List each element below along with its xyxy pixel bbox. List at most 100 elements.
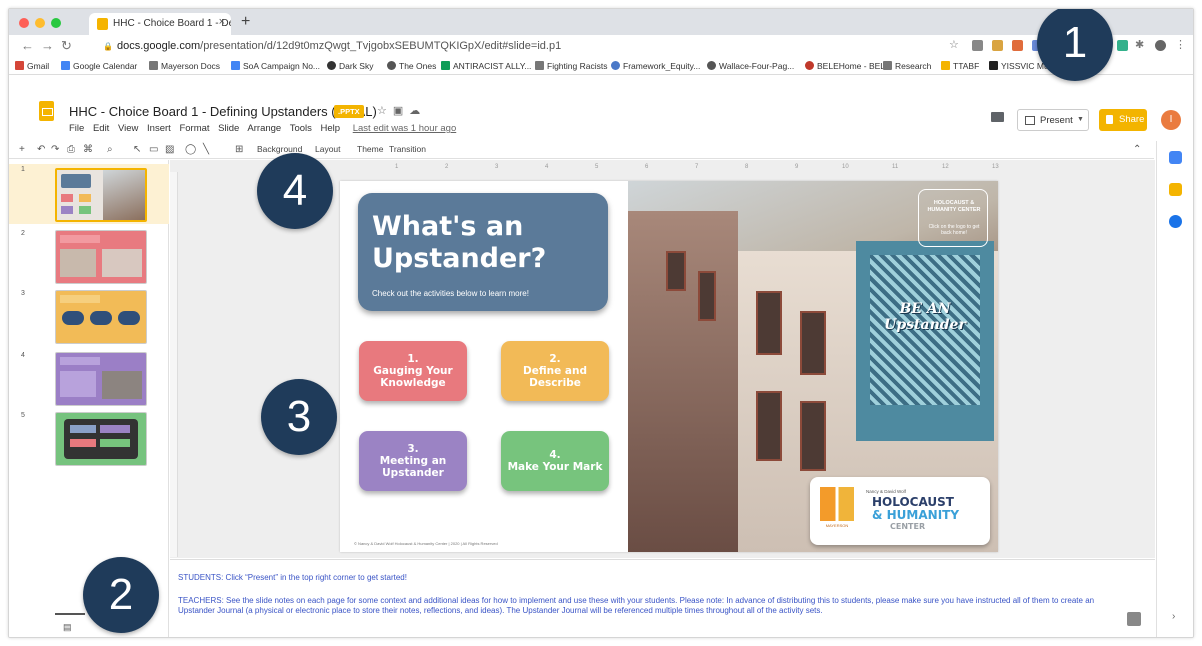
address-bar[interactable]: 🔒 docs.google.com/presentation/d/12d9t0mz…: [97, 37, 977, 55]
text-box-icon[interactable]: ▭: [149, 145, 159, 155]
mural: BE AN Upstander: [856, 241, 994, 441]
title-card[interactable]: What's an Upstander? Check out the activ…: [358, 193, 608, 311]
menu-format[interactable]: Format: [179, 123, 209, 134]
avatar[interactable]: I: [1161, 110, 1181, 130]
slide-thumbnail[interactable]: [55, 168, 147, 222]
home-link-title: HOLOCAUST & HUMANITY CENTER: [927, 200, 981, 213]
slides-logo-icon[interactable]: [39, 101, 54, 121]
present-label: Present: [1040, 115, 1073, 126]
theme-button[interactable]: Theme: [357, 144, 383, 154]
activity-1-button[interactable]: 1. Gauging Your Knowledge: [359, 341, 467, 401]
select-cursor-icon[interactable]: ↖: [133, 145, 143, 155]
share-button[interactable]: Share: [1099, 109, 1147, 131]
collapse-toolbar-icon[interactable]: ⌃: [1133, 145, 1143, 155]
slide-number: 1: [21, 166, 25, 173]
menu-view[interactable]: View: [118, 123, 138, 134]
slide-thumbnail[interactable]: [55, 290, 147, 344]
partner-logos-card[interactable]: MAYERSON Nancy & David Wolf HOLOCAUST & …: [810, 477, 990, 545]
add-slide-icon[interactable]: +: [19, 145, 29, 155]
paint-format-icon[interactable]: ⌘: [83, 145, 93, 155]
transition-button[interactable]: Transition: [389, 144, 426, 154]
bookmark-wallace[interactable]: Wallace-Four-Pag...: [707, 61, 794, 71]
star-icon[interactable]: ☆: [377, 105, 393, 117]
filmstrip-view-tab[interactable]: [55, 613, 85, 615]
undo-icon[interactable]: ↶: [37, 145, 47, 155]
slide-thumbnail[interactable]: [55, 412, 147, 466]
gmail-icon: [15, 61, 24, 70]
current-slide[interactable]: What's an Upstander? Check out the activ…: [340, 181, 998, 552]
title-actions: ☆▣☁: [377, 104, 426, 117]
globe-icon: [707, 61, 716, 70]
browser-tab[interactable]: HHC - Choice Board 1 - Defini ×: [89, 13, 231, 35]
extension-icon[interactable]: [1012, 40, 1023, 51]
shape-icon[interactable]: ◯: [185, 145, 196, 155]
bookmark-research[interactable]: Research: [883, 61, 931, 71]
bookmark-calendar[interactable]: Google Calendar: [61, 61, 137, 71]
maximize-window-icon[interactable]: [51, 18, 61, 28]
menu-file[interactable]: File: [69, 123, 84, 134]
tasks-icon[interactable]: [1169, 215, 1182, 228]
zoom-icon[interactable]: ⌕: [107, 145, 117, 155]
redo-icon[interactable]: ↷: [51, 145, 61, 155]
print-icon[interactable]: ⎙: [67, 145, 77, 155]
activity-3-button[interactable]: 3. Meeting an Upstander: [359, 431, 467, 491]
bookmark-the-ones[interactable]: The Ones: [387, 61, 436, 71]
move-folder-icon[interactable]: ▣: [393, 105, 409, 117]
home-link-box[interactable]: HOLOCAUST & HUMANITY CENTER Click on the…: [918, 189, 988, 247]
site-icon: [989, 61, 998, 70]
menu-insert[interactable]: Insert: [147, 123, 171, 134]
chevron-down-icon[interactable]: ▼: [1077, 116, 1084, 123]
keep-icon[interactable]: [1169, 183, 1182, 196]
more-menu-icon[interactable]: ⋮: [1175, 38, 1186, 51]
document-title[interactable]: HHC - Choice Board 1 - Defining Upstande…: [69, 104, 377, 119]
tab-close-icon[interactable]: ×: [219, 16, 225, 28]
reload-icon[interactable]: ↻: [61, 38, 72, 54]
comment-add-icon[interactable]: ⊞: [235, 145, 245, 155]
menu-help[interactable]: Help: [321, 123, 341, 134]
activity-4-button[interactable]: 4. Make Your Mark: [501, 431, 609, 491]
bookmark-belehome[interactable]: BELEHome - BELE: [805, 61, 891, 71]
new-tab-icon[interactable]: +: [241, 13, 250, 31]
grid-view-icon[interactable]: ▤: [63, 622, 72, 633]
speaker-notes[interactable]: STUDENTS: Click “Present” in the top rig…: [170, 559, 1155, 637]
image-icon[interactable]: ▨: [165, 145, 175, 155]
bookmark-antiracist-ally[interactable]: ANTIRACIST ALLY...: [441, 61, 531, 71]
forward-arrow-icon[interactable]: →: [41, 38, 54, 53]
extension-icon[interactable]: [992, 40, 1003, 51]
extension-icon[interactable]: [1117, 40, 1128, 51]
menu-arrange[interactable]: Arrange: [247, 123, 281, 134]
bookmark-fighting-racists[interactable]: Fighting Racists: [535, 61, 607, 71]
pptx-badge: .PPTX: [334, 105, 364, 118]
back-arrow-icon[interactable]: ←: [21, 38, 34, 53]
extension-icon[interactable]: [972, 40, 983, 51]
slide-thumbnail[interactable]: [55, 230, 147, 284]
explore-icon[interactable]: [1127, 612, 1141, 626]
bookmark-framework-equity[interactable]: Framework_Equity...: [611, 61, 700, 71]
layout-button[interactable]: Layout: [315, 144, 341, 154]
cloud-status-icon[interactable]: ☁: [409, 105, 426, 117]
bookmark-ttabf[interactable]: TTABF: [941, 61, 979, 71]
star-icon[interactable]: ☆: [949, 38, 959, 51]
activity-2-button[interactable]: 2. Define and Describe: [501, 341, 609, 401]
bookmark-yissvic[interactable]: YISSVIC Mu: [989, 61, 1049, 71]
last-edit-link[interactable]: Last edit was 1 hour ago: [353, 123, 457, 134]
calendar-icon[interactable]: [1169, 151, 1182, 164]
bookmark-gmail[interactable]: Gmail: [15, 61, 49, 71]
bookmark-dark-sky[interactable]: Dark Sky: [327, 61, 373, 71]
minimize-window-icon[interactable]: [35, 18, 45, 28]
line-icon[interactable]: ╲: [203, 145, 213, 155]
menu-edit[interactable]: Edit: [93, 123, 109, 134]
profile-icon[interactable]: [1155, 40, 1166, 51]
bookmark-mayerson-docs[interactable]: Mayerson Docs: [149, 61, 220, 71]
close-window-icon[interactable]: [19, 18, 29, 28]
comment-icon[interactable]: [991, 112, 1004, 122]
menu-slide[interactable]: Slide: [218, 123, 239, 134]
bookmark-soa-campaign[interactable]: SoA Campaign No...: [231, 61, 320, 71]
horizontal-ruler: 1 2 3 4 5 6 7 8 9 10 11 12 13: [395, 164, 999, 170]
mayerson-label: MAYERSON: [825, 523, 849, 528]
callout-4: 4: [257, 153, 333, 229]
puzzle-icon[interactable]: ✱: [1135, 38, 1144, 51]
expand-panel-icon[interactable]: ›: [1172, 611, 1175, 622]
menu-tools[interactable]: Tools: [290, 123, 312, 134]
slide-thumbnail[interactable]: [55, 352, 147, 406]
